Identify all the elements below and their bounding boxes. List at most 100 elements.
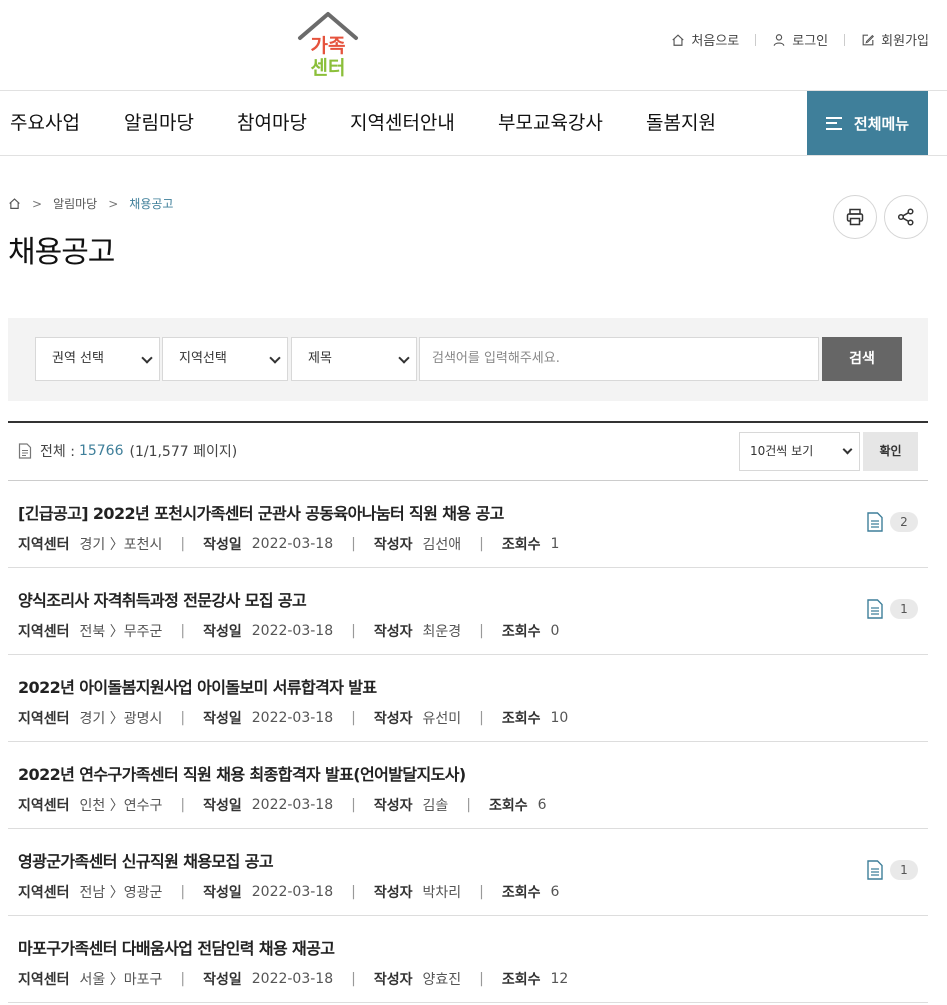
- nav-item-main-business[interactable]: 주요사업: [10, 91, 80, 155]
- area-select[interactable]: 지역선택: [162, 337, 288, 381]
- meta-date: 2022-03-18: [251, 623, 334, 639]
- meta-center: 경기 〉포천시: [79, 537, 163, 553]
- search-panel: 권역 선택 지역선택 제목 검색어를 입력해주세요. 검색: [8, 318, 928, 401]
- meta-date: 2022-03-18: [251, 536, 334, 552]
- home-icon: [672, 33, 685, 46]
- share-icon: [897, 208, 914, 226]
- list-item: 마포구가족센터 다배움사업 전담인력 채용 재공고 지역센터 서울 〉마포구 | 작…: [8, 916, 928, 1003]
- nav-item-notice[interactable]: 알림마당: [124, 91, 194, 155]
- per-page-select[interactable]: 10건씩 보기: [739, 432, 860, 471]
- site-header: 가족 센터 처음으로 로그인 회원가입: [0, 0, 947, 90]
- confirm-button[interactable]: 확인: [863, 432, 918, 471]
- divider: |: [466, 797, 471, 813]
- chevron-down-icon: [141, 352, 153, 364]
- home-icon[interactable]: [8, 197, 21, 210]
- post-meta: 지역센터 경기 〉광명시 | 작성일 2022-03-18 | 작성자 유선미 | 조회수 1…: [18, 708, 568, 728]
- list-toolbar: 전체 : 15766 (1/1,577 페이지) 10건씩 보기 확인: [8, 421, 928, 481]
- list-item: [긴급공고] 2022년 포천시가족센터 군관사 공동육아나눔터 직원 채용 공…: [8, 481, 928, 568]
- meta-label-date: 작성일: [203, 711, 242, 727]
- meta-views: 1: [550, 536, 560, 552]
- divider: |: [180, 623, 186, 639]
- meta-center: 전남 〉영광군: [79, 885, 163, 901]
- nav-item-parent-education[interactable]: 부모교육강사: [498, 91, 603, 155]
- print-button[interactable]: [833, 195, 877, 239]
- post-meta: 지역센터 경기 〉포천시 | 작성일 2022-03-18 | 작성자 김선애 | 조회수 1: [18, 534, 559, 554]
- chevron-right-icon: >: [32, 196, 43, 211]
- total-label: 전체 :: [40, 444, 75, 460]
- divider: [755, 33, 757, 46]
- total-number: 15766: [78, 443, 124, 459]
- join-link[interactable]: 회원가입: [861, 30, 929, 49]
- join-label: 회원가입: [881, 34, 929, 49]
- divider: |: [180, 536, 186, 552]
- home-link[interactable]: 처음으로: [671, 30, 739, 49]
- printer-icon: [846, 208, 864, 226]
- attachment[interactable]: 1: [866, 599, 918, 619]
- nav-item-center-guide[interactable]: 지역센터안내: [350, 91, 455, 155]
- breadcrumb-current[interactable]: 채용공고: [129, 195, 173, 212]
- meta-label-center: 지역센터: [18, 711, 70, 727]
- meta-author: 김선애: [422, 537, 462, 553]
- post-title[interactable]: 영광군가족센터 신규직원 채용모집 공고: [18, 848, 274, 872]
- list-item: 양식조리사 자격취득과정 전문강사 모집 공고 지역센터 전북 〉무주군 | 작성일…: [8, 568, 928, 655]
- meta-label-author: 작성자: [373, 972, 413, 988]
- all-menu-button[interactable]: 전체메뉴: [807, 91, 928, 155]
- nav-item-care-support[interactable]: 돌봄지원: [646, 91, 716, 155]
- divider: |: [479, 536, 484, 552]
- field-select[interactable]: 제목: [291, 337, 417, 381]
- breadcrumb: > 알림마당 > 채용공고: [8, 195, 173, 212]
- divider: |: [180, 884, 186, 900]
- nav-item-participation[interactable]: 참여마당: [237, 91, 307, 155]
- search-button[interactable]: 검색: [822, 337, 902, 381]
- chevron-right-icon: >: [108, 196, 119, 211]
- divider: |: [351, 623, 356, 639]
- list-item: 2022년 아이돌봄지원사업 아이돌보미 서류합격자 발표 지역센터 경기 〉광명…: [8, 655, 928, 742]
- meta-label-views: 조회수: [501, 537, 541, 553]
- post-title[interactable]: 2022년 연수구가족센터 직원 채용 최종합격자 발표(언어발달지도사): [18, 761, 466, 785]
- meta-date: 2022-03-18: [251, 710, 334, 726]
- site-logo[interactable]: 가족 센터: [292, 8, 364, 80]
- file-icon: [867, 599, 883, 619]
- meta-label-date: 작성일: [203, 624, 242, 640]
- list-item: 영광군가족센터 신규직원 채용모집 공고 지역센터 전남 〉영광군 | 작성일 202…: [8, 829, 928, 916]
- meta-label-author: 작성자: [373, 885, 413, 901]
- meta-label-center: 지역센터: [18, 537, 70, 553]
- divider: |: [180, 710, 186, 726]
- post-title[interactable]: [긴급공고] 2022년 포천시가족센터 군관사 공동육아나눔터 직원 채용 공…: [18, 500, 504, 524]
- document-icon: [18, 443, 32, 459]
- post-title[interactable]: 마포구가족센터 다배움사업 전담인력 채용 재공고: [18, 935, 335, 959]
- breadcrumb-notice[interactable]: 알림마당: [53, 195, 97, 212]
- page-title: 채용공고: [8, 235, 115, 270]
- post-title[interactable]: 2022년 아이돌봄지원사업 아이돌보미 서류합격자 발표: [18, 674, 377, 698]
- chevron-down-icon: [842, 444, 853, 455]
- utility-menu: 처음으로 로그인 회원가입: [671, 30, 929, 49]
- meta-label-center: 지역센터: [18, 885, 70, 901]
- divider: |: [479, 623, 484, 639]
- search-input[interactable]: 검색어를 입력해주세요.: [419, 337, 819, 381]
- region-select[interactable]: 권역 선택: [35, 337, 160, 381]
- meta-center: 서울 〉마포구: [79, 972, 163, 988]
- edit-icon: [862, 34, 875, 45]
- meta-date: 2022-03-18: [251, 971, 334, 987]
- login-link[interactable]: 로그인: [772, 30, 828, 49]
- meta-label-date: 작성일: [203, 798, 242, 814]
- divider: |: [479, 884, 484, 900]
- post-title[interactable]: 양식조리사 자격취득과정 전문강사 모집 공고: [18, 587, 307, 611]
- attachment[interactable]: 2: [866, 512, 918, 532]
- meta-author: 김솔: [422, 798, 449, 814]
- share-button[interactable]: [884, 195, 928, 239]
- file-icon: [867, 512, 883, 532]
- divider: |: [351, 971, 356, 987]
- meta-label-views: 조회수: [501, 624, 541, 640]
- attachment[interactable]: 1: [866, 860, 918, 880]
- meta-label-date: 작성일: [203, 537, 242, 553]
- divider: |: [351, 536, 356, 552]
- user-icon: [773, 33, 785, 46]
- home-label: 처음으로: [691, 34, 740, 49]
- meta-views: 12: [550, 971, 569, 987]
- divider: |: [479, 710, 484, 726]
- main-navigation: 주요사업 알림마당 참여마당 지역센터안내 부모교육강사 돌봄지원 전체메뉴: [0, 90, 947, 156]
- list-item: 2022년 연수구가족센터 직원 채용 최종합격자 발표(언어발달지도사) 지역…: [8, 742, 928, 829]
- all-menu-label: 전체메뉴: [853, 114, 910, 133]
- meta-label-views: 조회수: [501, 885, 541, 901]
